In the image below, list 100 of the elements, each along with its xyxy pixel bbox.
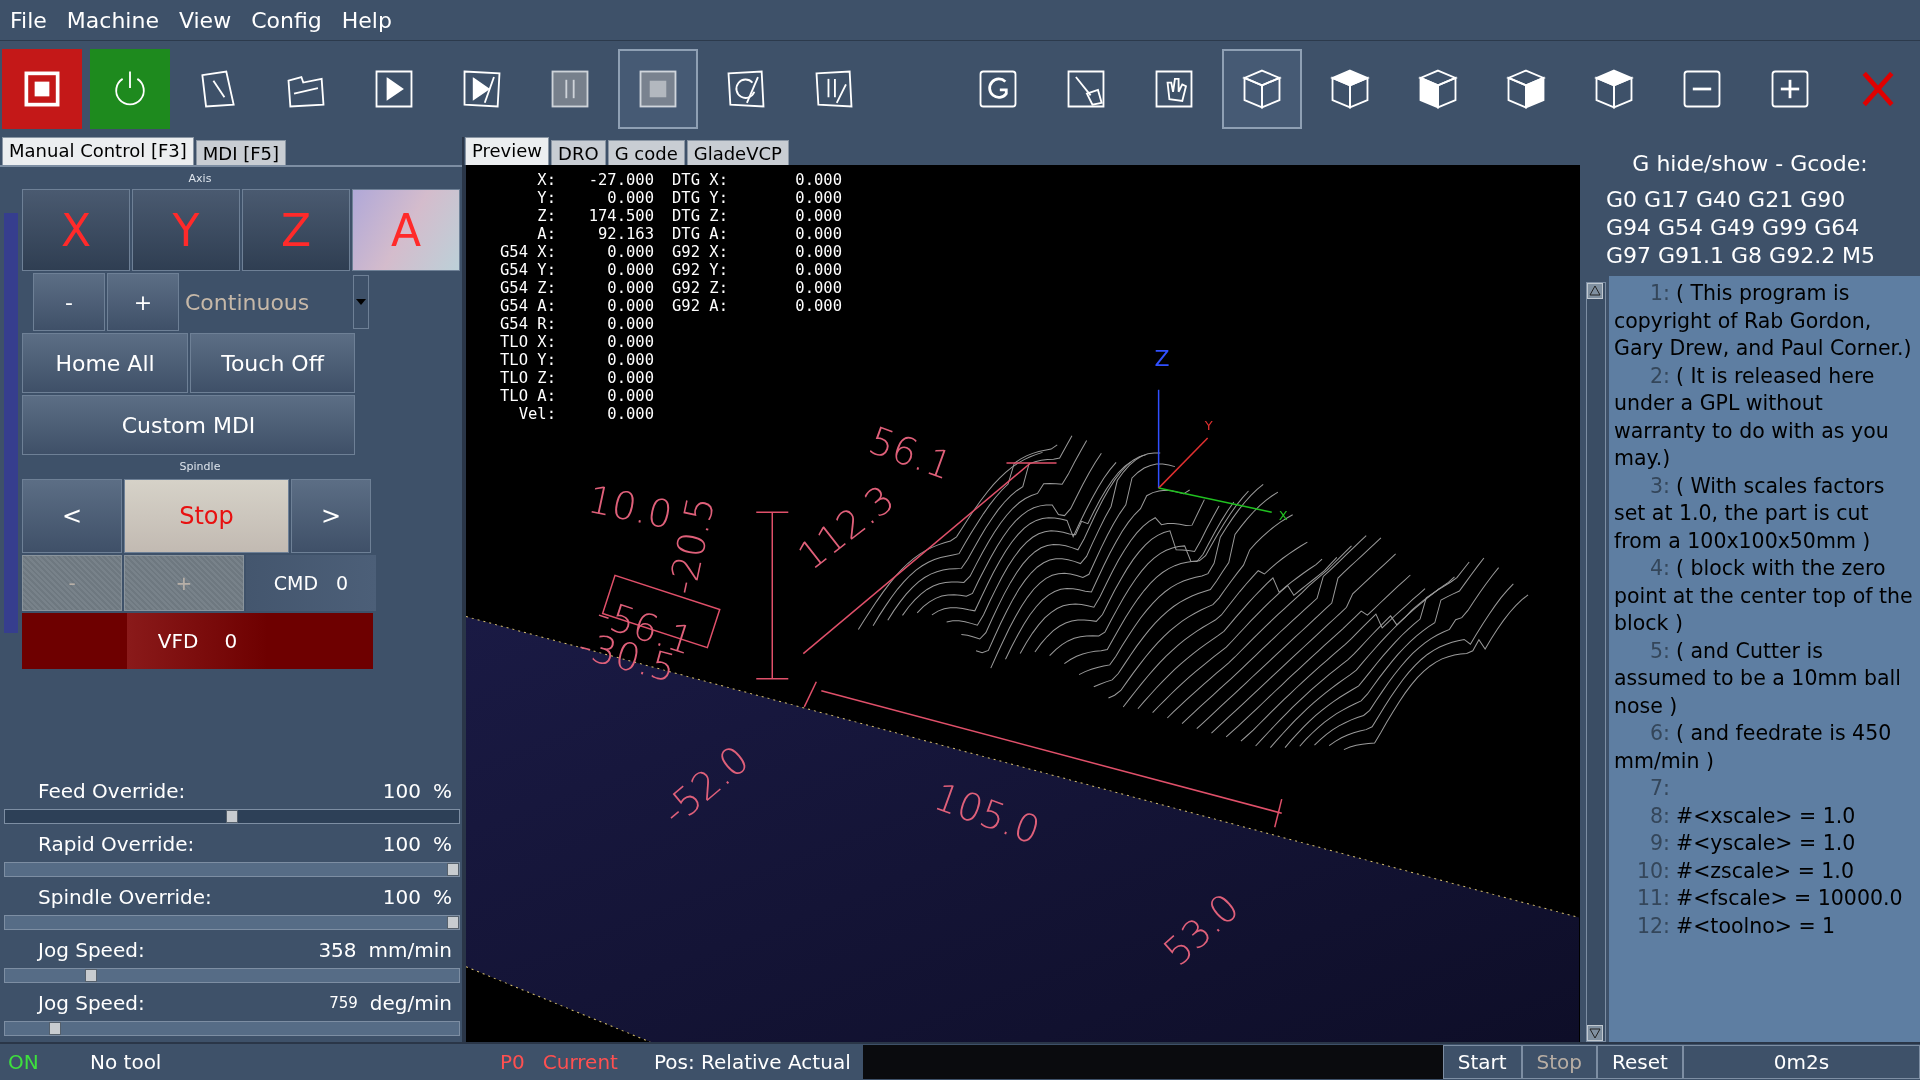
dimension-label: 10.0 — [584, 476, 677, 538]
dro-label: TLO X: — [499, 333, 556, 351]
dro-label: DTG X: — [672, 171, 729, 189]
slider-track[interactable] — [4, 915, 460, 930]
dro-value: 92.163 — [597, 225, 654, 243]
dro-label: G92 X: — [672, 243, 729, 261]
command-value: 0 — [336, 572, 349, 594]
slider-value: 100 — [382, 832, 421, 856]
slider-unit: mm/min — [368, 938, 452, 962]
dro-value: 0.000 — [794, 225, 842, 243]
dro-label: DTG Z: — [672, 207, 729, 225]
dro-label: Y: — [536, 189, 556, 207]
status-button[interactable]: Reset — [1597, 1045, 1683, 1079]
dro-label: G54 A: — [499, 297, 556, 315]
slider-track[interactable] — [4, 809, 460, 824]
dro-value: 174.500 — [587, 207, 654, 225]
slider-track[interactable] — [4, 1021, 460, 1036]
tab[interactable]: Manual Control [F3] — [2, 137, 194, 165]
dro-label: TLO A: — [499, 387, 556, 405]
scrollbar[interactable] — [1586, 282, 1606, 1042]
slider-value: 100 — [382, 885, 421, 909]
section-title: Axis — [187, 172, 213, 185]
spindle-button[interactable]: < — [22, 479, 122, 553]
slider-track[interactable] — [4, 862, 460, 877]
custom-mdi-button[interactable]: Custom MDI — [22, 395, 355, 455]
dro-label: X: — [536, 171, 556, 189]
code-line: 5: ( and Cutter is assumed to be a 10mm ball nose ) — [1614, 637, 1902, 720]
touch-off-button[interactable]: Touch Off — [190, 333, 355, 393]
vfd-label: VFD — [157, 629, 199, 653]
status-button[interactable]: Start — [1442, 1045, 1522, 1079]
dro-label: G54 R: — [499, 315, 556, 333]
menu-item[interactable]: View — [174, 5, 236, 35]
code-line: 1: ( This program is copyright of Rab Gordon, Gary Drew, and Paul Corner.) — [1614, 280, 1913, 362]
tab[interactable]: MDI [F5] — [195, 140, 287, 165]
dro-value: 0.000 — [606, 261, 654, 279]
dro-value: -27.000 — [587, 171, 654, 189]
code-line: 6: ( and feedrate is 450 mm/min ) — [1614, 720, 1893, 775]
dro-label: Z: — [536, 207, 556, 225]
home-all-button[interactable]: Home All — [22, 333, 188, 393]
code-line: 4: ( block with the zero point at the center top of the block ) — [1614, 555, 1914, 637]
caret-icon — [356, 299, 366, 305]
menu-item[interactable]: File — [6, 5, 51, 35]
tab[interactable]: DRO — [551, 140, 606, 165]
power-button[interactable] — [90, 49, 170, 129]
slider-label: Jog Speed: — [38, 938, 146, 962]
slider-label: Rapid Override: — [38, 832, 196, 856]
dro-label: G92 A: — [672, 297, 729, 315]
slider-thumb[interactable] — [447, 863, 459, 876]
slider-thumb[interactable] — [49, 1022, 62, 1035]
tab[interactable]: G code — [607, 140, 685, 165]
code-line: 10: #<zscale> = 1.0 — [1636, 857, 1855, 885]
dro-value: 0.000 — [794, 297, 842, 315]
tab[interactable]: Preview — [465, 137, 550, 165]
menu-item[interactable]: Config — [247, 5, 326, 35]
dimension-label: 105.0 — [928, 774, 1046, 853]
offset-code: P0 — [500, 1050, 525, 1074]
jog-plus-button[interactable]: + — [107, 273, 179, 331]
axis-label: Y — [1204, 417, 1213, 433]
dro-value: 0.000 — [606, 243, 654, 261]
dro-label: G92 Z: — [672, 279, 729, 297]
dro-label: A: — [536, 225, 556, 243]
dro-value: 0.000 — [794, 261, 842, 279]
down-arrow-icon[interactable] — [1587, 1025, 1603, 1041]
slider-thumb[interactable] — [84, 969, 97, 982]
spindle-button[interactable]: > — [291, 479, 371, 553]
position-mode: Pos: Relative Actual — [653, 1050, 851, 1074]
run-time: 0m2s — [1682, 1045, 1920, 1079]
dro-value: 0.000 — [606, 297, 654, 315]
menu-item[interactable]: Machine — [62, 5, 163, 35]
dro-label: G54 Z: — [499, 279, 556, 297]
modal-codes-text: G0 G17 G40 G21 G90 G94 G54 G49 G99 G64 G97 G91.1 G8 G92.2 M5 — [1605, 186, 1877, 270]
code-line: 2: ( It is released here under a GPL without warranty to do with as you may.) — [1614, 362, 1890, 472]
axis-label: X — [1278, 508, 1288, 524]
estop-button[interactable] — [2, 49, 82, 129]
view-button[interactable] — [1222, 49, 1302, 129]
up-arrow-icon[interactable] — [1587, 283, 1603, 299]
slider-track[interactable] — [4, 968, 460, 983]
slider-thumb[interactable] — [226, 810, 238, 823]
slider-label: Spindle Override: — [38, 885, 213, 909]
dro-value: 0.000 — [794, 171, 842, 189]
dropdown-button[interactable] — [353, 275, 369, 329]
command-label: CMD — [273, 572, 319, 594]
menu-item[interactable]: Help — [337, 5, 396, 35]
axis-label: Z — [1154, 345, 1170, 371]
tab[interactable]: GladeVCP — [686, 140, 789, 165]
jog-minus-button[interactable]: - — [33, 273, 105, 331]
dro-value: 0.000 — [606, 369, 654, 387]
code-line: 12: #<toolno> = 1 — [1636, 912, 1837, 940]
preview-canvas[interactable] — [464, 165, 1580, 1042]
dro-value: 0.000 — [606, 189, 654, 207]
slider-value: 358 — [318, 938, 357, 962]
vfd-value: 0 — [224, 629, 238, 653]
dro-value: 0.000 — [606, 387, 654, 405]
slider-thumb[interactable] — [447, 916, 459, 929]
slider-value: 100 — [382, 779, 421, 803]
dro-value: 0.000 — [606, 279, 654, 297]
section-title: Spindle — [178, 460, 222, 473]
panel-title[interactable]: G hide/show - Gcode: — [1580, 151, 1920, 176]
code-line: 8: #<xscale> = 1.0 — [1649, 802, 1857, 830]
machine-state: ON — [8, 1050, 40, 1074]
